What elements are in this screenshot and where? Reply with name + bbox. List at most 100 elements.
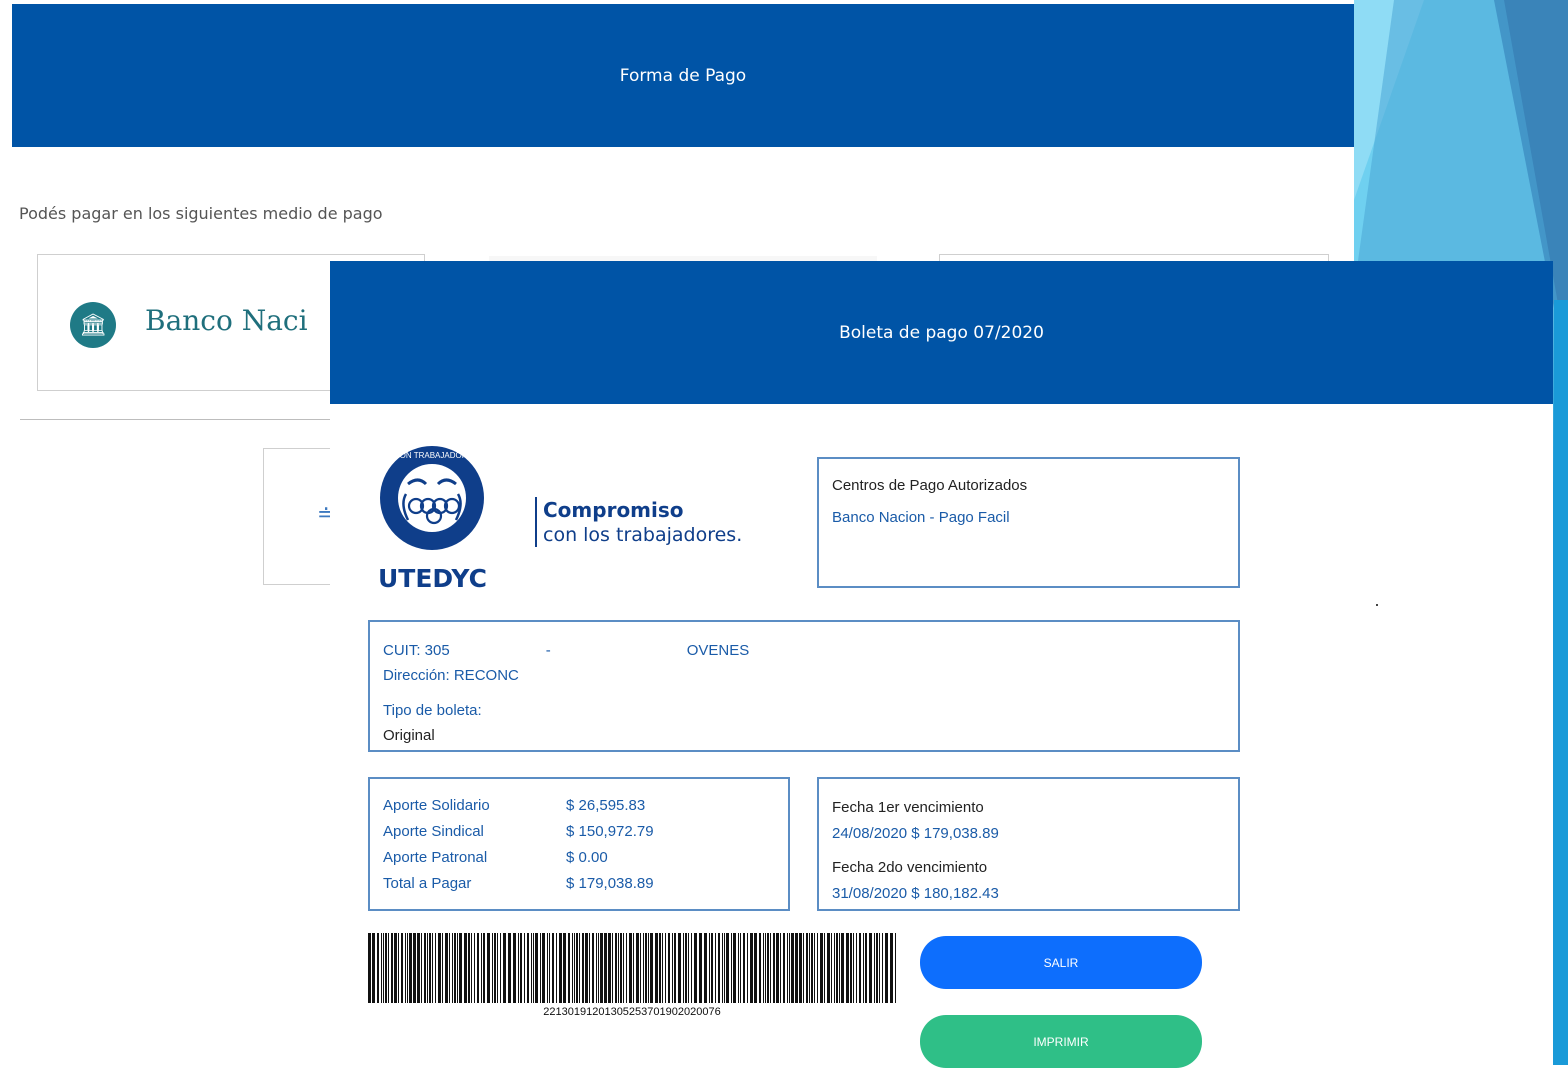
barcode-bar: [811, 933, 813, 1003]
barcode-bar: [859, 933, 861, 1003]
stray-dot: [1376, 604, 1378, 606]
barcode-bar: [645, 933, 647, 1003]
barcode-bar: [799, 933, 802, 1003]
cuit-separator: -: [545, 642, 551, 659]
barcode-bar: [831, 933, 832, 1003]
barcode-bar: [648, 933, 649, 1003]
barcode-bar: [612, 933, 613, 1003]
barcode-bar: [457, 933, 458, 1003]
barcode-bar: [535, 933, 538, 1003]
payment-intro-text: Podés pagar en los siguientes medio de p…: [19, 204, 383, 223]
barcode-bar: [773, 933, 775, 1003]
barcode-bar: [527, 933, 529, 1003]
barcode-bar: [424, 933, 426, 1003]
barcode-bar: [576, 933, 578, 1003]
barcode-bar: [691, 933, 692, 1003]
barcode-bar: [754, 933, 757, 1003]
banco-nacion-logo-text: Banco Naci: [145, 304, 308, 337]
contribution-value: $ 150,972.79: [566, 823, 654, 840]
payment-method-title: Forma de Pago: [619, 65, 747, 86]
barcode-bar: [869, 933, 872, 1003]
barcode-bar: [876, 933, 878, 1003]
due-dates-box: Fecha 1er vencimiento 24/08/2020 $ 179,0…: [817, 777, 1240, 911]
contribution-value: $ 26,595.83: [566, 797, 646, 814]
barcode-bar: [678, 933, 681, 1003]
barcode-bar: [563, 933, 566, 1003]
barcode-bar: [508, 933, 511, 1003]
barcode-bar: [540, 933, 541, 1003]
barcode-bar: [608, 933, 611, 1003]
barcode-bar: [542, 933, 545, 1003]
barcode-bar: [795, 933, 798, 1003]
barcode-bar: [856, 933, 857, 1003]
barcode-bar: [738, 933, 739, 1003]
barcode-bar: [683, 933, 684, 1003]
barcode-bar: [787, 933, 788, 1003]
barcode-bar: [464, 933, 467, 1003]
exit-button[interactable]: SALIR: [920, 936, 1202, 989]
contribution-label: Aporte Solidario: [383, 797, 490, 814]
barcode-bar: [731, 933, 732, 1003]
second-due-date-value: 31/08/2020 $ 180,182.43: [832, 885, 999, 902]
barcode-bar: [503, 933, 506, 1003]
barcode-bar: [767, 933, 769, 1003]
slip-type-label: Tipo de boleta:: [383, 702, 482, 719]
barcode-bar: [817, 933, 818, 1003]
barcode-bar: [531, 933, 532, 1003]
barcode-bar: [474, 933, 475, 1003]
barcode-bar: [665, 933, 666, 1003]
barcode-bar: [780, 933, 781, 1003]
barcode-bar: [432, 933, 433, 1003]
barcode-bar: [468, 933, 470, 1003]
barcode-bar: [626, 933, 627, 1003]
slogan-bold: Compromiso: [543, 498, 684, 522]
barcode-bar: [497, 933, 498, 1003]
barcode-bar: [421, 933, 422, 1003]
barcode-bar: [445, 933, 448, 1003]
barcode-bar: [750, 933, 753, 1003]
entity-name-tail: OVENES: [686, 642, 750, 659]
cuit-line: CUIT: 305 - OVENES: [383, 642, 749, 659]
barcode-bar: [623, 933, 624, 1003]
barcode-bar: [568, 933, 570, 1003]
section-divider: [20, 419, 342, 420]
contribution-value: $ 0.00: [566, 849, 608, 866]
bank-building-icon: 🏛: [70, 302, 116, 348]
barcode-bar: [668, 933, 670, 1003]
barcode-bar: [435, 933, 436, 1003]
contribution-label: Aporte Patronal: [383, 849, 488, 866]
barcode-bar: [688, 933, 689, 1003]
barcode-bar: [747, 933, 748, 1003]
barcode-bar: [394, 933, 397, 1003]
payment-slip-header: Boleta de pago 07/2020: [330, 261, 1553, 404]
seal-text: UNION TRABAJADORES: [386, 451, 478, 460]
barcode-bar: [879, 933, 880, 1003]
barcode-bar: [449, 933, 450, 1003]
barcode-bar: [452, 933, 453, 1003]
barcode-bar: [694, 933, 697, 1003]
barcode-bar: [388, 933, 389, 1003]
barcode-bar: [718, 933, 720, 1003]
barcode-bar: [765, 933, 766, 1003]
authorized-payment-centers-box: Centros de Pago Autorizados Banco Nacion…: [817, 457, 1240, 588]
second-due-date-label: Fecha 2do vencimiento: [832, 859, 988, 876]
barcode-bar: [524, 933, 525, 1003]
barcode-bar: [709, 933, 710, 1003]
barcode-bar: [629, 933, 632, 1003]
barcode-bar: [417, 933, 420, 1003]
barcode-bar: [429, 933, 431, 1003]
barcode-bar: [803, 933, 804, 1003]
barcode-bar: [814, 933, 815, 1003]
print-button[interactable]: IMPRIMIR: [920, 1015, 1202, 1068]
barcode-bar: [740, 933, 741, 1003]
barcode-bar: [850, 933, 852, 1003]
barcode-bar: [827, 933, 830, 1003]
barcode-bar: [547, 933, 548, 1003]
barcode-bar: [763, 933, 764, 1003]
barcode-bar: [368, 933, 371, 1003]
slogan-divider: [535, 497, 537, 547]
barcode-bar: [863, 933, 864, 1003]
barcode-bar: [633, 933, 634, 1003]
barcode-bar: [377, 933, 379, 1003]
barcode-bar: [381, 933, 382, 1003]
